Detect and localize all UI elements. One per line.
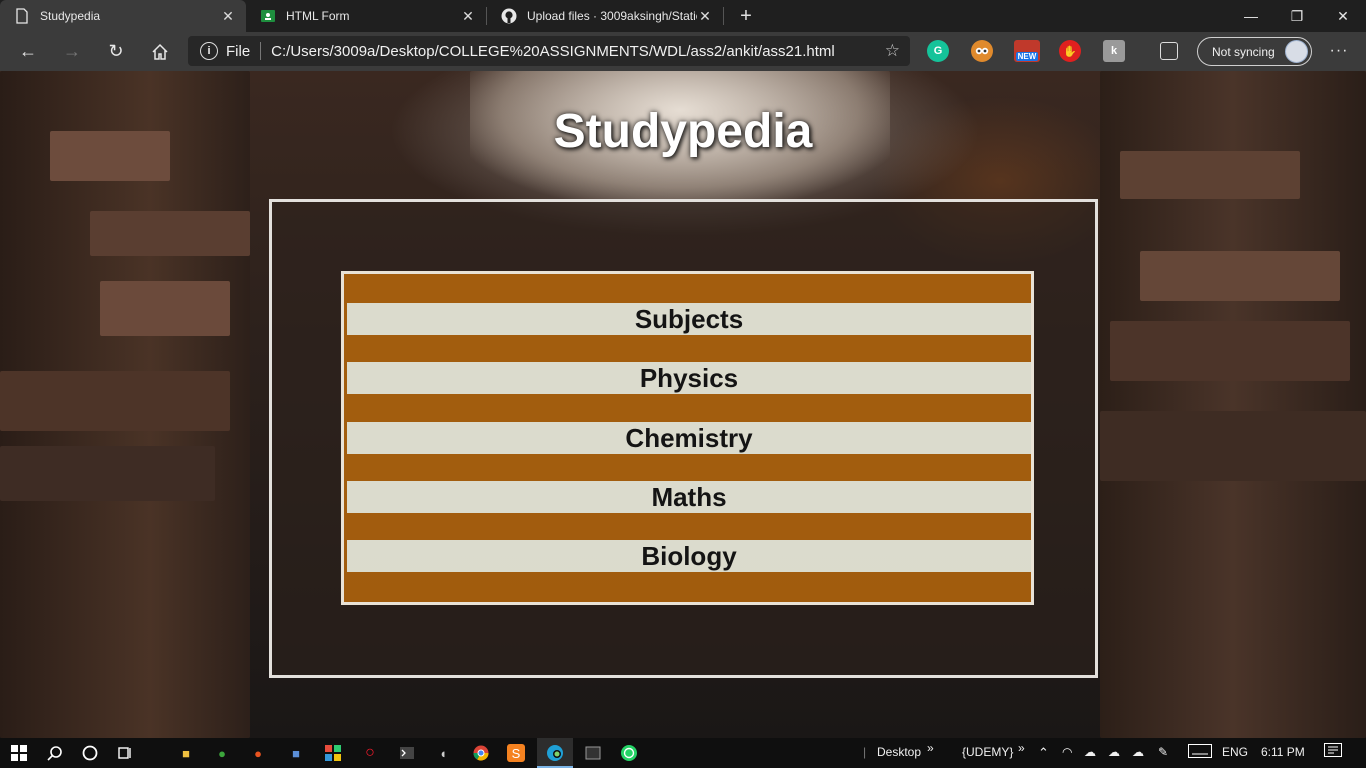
grammarly-icon[interactable]: G <box>927 40 949 62</box>
book-spine <box>90 211 250 256</box>
table-row-physics: Physics <box>347 362 1031 394</box>
keyboard-icon[interactable] <box>1188 744 1212 761</box>
url-scheme-label: File <box>226 42 251 60</box>
subjects-table: Subjects Physics Chemistry Maths Biology <box>341 271 1034 605</box>
book-spine <box>0 371 230 431</box>
url-text[interactable]: C:/Users/3009a/Desktop/COLLEGE%20ASSIGNM… <box>271 43 835 60</box>
tab-studypedia[interactable]: Studypedia ✕ <box>0 0 246 32</box>
ubuntu-icon[interactable]: ● <box>247 742 269 764</box>
close-tab-icon[interactable]: ✕ <box>697 8 713 24</box>
book-spine <box>1110 321 1350 381</box>
file-explorer-icon[interactable]: ■ <box>175 742 197 764</box>
page-viewport: Studypedia Subjects Physics Chemistry Ma… <box>0 71 1366 738</box>
collections-icon[interactable] <box>1160 42 1178 60</box>
app-speaker-icon[interactable]: ◖ <box>432 742 454 764</box>
cloud-upload-icon[interactable]: ☁ <box>1108 745 1120 759</box>
taskbar-separator: | <box>863 745 867 759</box>
book-spine <box>100 281 230 336</box>
close-window-icon[interactable]: ✕ <box>1320 0 1366 32</box>
cortana-icon[interactable] <box>79 742 101 764</box>
home-icon[interactable] <box>138 32 182 71</box>
whatsapp-icon[interactable] <box>618 742 640 764</box>
forward-icon[interactable]: → <box>50 32 94 71</box>
cloud-upload-icon[interactable]: ☁ <box>1084 745 1096 759</box>
terminal-app-icon[interactable] <box>582 742 604 764</box>
extension-hand-icon[interactable]: ✋ <box>1059 40 1081 62</box>
tab-title: Studypedia <box>40 9 101 23</box>
pen-icon[interactable]: ✎ <box>1158 745 1168 759</box>
close-tab-icon[interactable]: ✕ <box>220 8 236 24</box>
table-row-biology: Biology <box>347 540 1031 572</box>
close-tab-icon[interactable]: ✕ <box>460 8 476 24</box>
refresh-icon[interactable]: ↻ <box>94 32 138 71</box>
show-hidden-icons-icon[interactable]: ⌃ <box>1038 745 1049 761</box>
table-header-subjects: Subjects <box>347 303 1031 335</box>
book-spine <box>0 446 215 501</box>
page-title: Studypedia <box>553 105 813 158</box>
sublime-text-icon[interactable]: S <box>507 744 525 762</box>
favorite-star-icon[interactable]: ☆ <box>885 41 900 61</box>
avatar <box>1285 40 1308 63</box>
back-icon[interactable]: ← <box>6 32 50 71</box>
tab-strip: Studypedia ✕ HTML Form ✕ Upload files · … <box>0 0 1366 32</box>
app-tiles-icon[interactable] <box>322 742 344 764</box>
address-bar[interactable]: i File C:/Users/3009a/Desktop/COLLEGE%20… <box>188 36 910 66</box>
edge-icon[interactable] <box>544 742 566 764</box>
chrome-icon[interactable] <box>470 742 492 764</box>
windows-start-icon[interactable] <box>8 742 30 764</box>
tab-title: HTML Form <box>286 9 350 23</box>
document-icon <box>14 8 30 24</box>
task-view-icon[interactable] <box>114 742 136 764</box>
tab-title: Upload files · 3009aksingh/Static <box>527 9 697 23</box>
wifi-icon[interactable]: ◠ <box>1062 745 1072 759</box>
minimize-icon[interactable]: — <box>1228 0 1274 32</box>
new-tab-button[interactable]: + <box>730 0 762 32</box>
desktop-chevron-icon[interactable]: » <box>927 741 934 755</box>
table-row-chemistry: Chemistry <box>347 422 1031 454</box>
cloud-upload-icon[interactable]: ☁ <box>1132 745 1144 759</box>
terminal-icon[interactable] <box>396 742 418 764</box>
clock[interactable]: 6:11 PM <box>1261 745 1305 759</box>
app-green-icon[interactable]: ● <box>211 742 233 764</box>
book-spine <box>1140 251 1340 301</box>
notifications-icon[interactable] <box>1324 743 1342 762</box>
extension-owl-icon[interactable] <box>971 40 993 62</box>
udemy-toolbar-label[interactable]: {UDEMY} <box>962 745 1013 759</box>
udemy-chevron-icon[interactable]: » <box>1018 741 1025 755</box>
language-indicator[interactable]: ENG <box>1222 745 1248 759</box>
book-spine <box>1100 411 1366 481</box>
sync-button[interactable]: Not syncing <box>1197 37 1312 66</box>
tab-upload-files[interactable]: Upload files · 3009aksingh/Static ✕ <box>487 0 723 32</box>
more-options-icon[interactable]: ··· <box>1328 40 1350 62</box>
table-row-maths: Maths <box>347 481 1031 513</box>
desktop-toolbar-label[interactable]: Desktop <box>877 745 921 759</box>
window-controls: — ❐ ✕ <box>1228 0 1366 32</box>
tab-divider <box>723 7 724 25</box>
sync-label: Not syncing <box>1212 44 1275 59</box>
app-blue-icon[interactable]: ■ <box>285 742 307 764</box>
github-icon <box>501 8 517 24</box>
extension-new-icon[interactable]: NEW <box>1014 40 1040 62</box>
tab-html-form[interactable]: HTML Form ✕ <box>246 0 486 32</box>
info-icon[interactable]: i <box>200 42 218 60</box>
search-icon[interactable] <box>44 742 66 764</box>
address-divider <box>260 42 262 60</box>
restore-icon[interactable]: ❐ <box>1274 0 1320 32</box>
form-icon <box>260 8 276 24</box>
extension-k-icon[interactable]: k <box>1103 40 1125 62</box>
opera-icon[interactable]: ○ <box>359 742 381 764</box>
new-badge: NEW <box>1015 52 1039 61</box>
